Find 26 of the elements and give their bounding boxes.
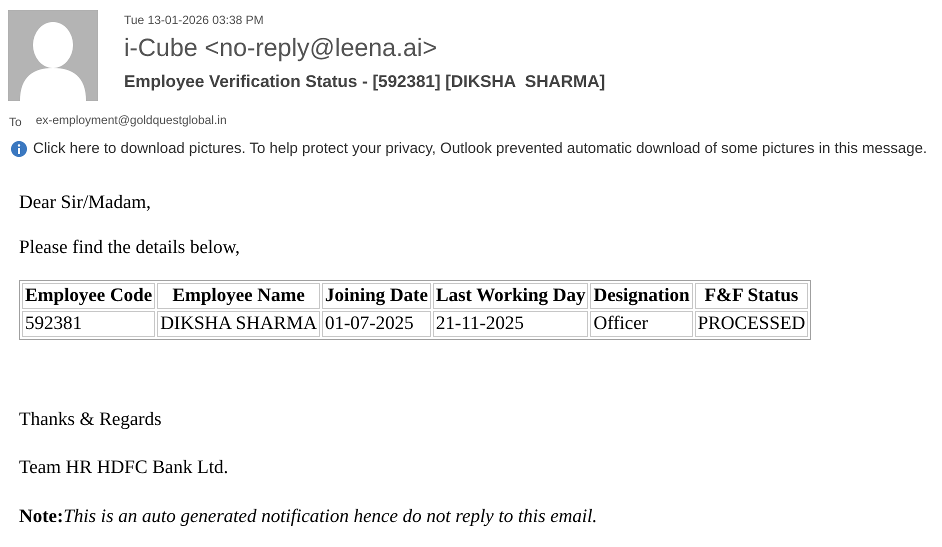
signature-text: Team HR HDFC Bank Ltd. [19, 456, 230, 480]
note-label: Note: [19, 504, 64, 528]
date-text: Tue 13-01-2026 03:38 PM [124, 12, 265, 29]
closing-text: Thanks & Regards [19, 408, 162, 432]
column-header: Joining Date [322, 282, 431, 308]
column-header: Last Working Day [432, 282, 588, 308]
avatar-icon [8, 10, 98, 101]
recipient-address: ex-employment@goldquestglobal.in [36, 112, 227, 129]
to-label: To [9, 114, 22, 131]
table-cell: DIKSHA SHARMA [157, 310, 320, 336]
column-header: Employee Code [22, 282, 156, 308]
column-header: Designation [590, 282, 693, 308]
subject-text: Employee Verification Status - [592381] [DIKSHA SHARMA] [124, 71, 606, 93]
info-icon [11, 141, 27, 158]
column-header: F&F Status [694, 282, 808, 308]
table-cell: 01-07-2025 [322, 310, 431, 336]
table-cell: 21-11-2025 [432, 310, 588, 336]
table-cell: 592381 [22, 310, 156, 336]
note-text: This is an auto generated notification hence do not reply to this email. [63, 504, 598, 528]
sender-name: i-Cube <no-reply@leena.ai> [124, 33, 438, 64]
column-header: Employee Name [157, 282, 320, 308]
download-pictures-link[interactable]: Click here to download pictures. To help protect your privacy, Outlook prevented automatic download of some pictures in this message. [33, 138, 928, 160]
table-cell: Officer [590, 310, 693, 336]
intro-text: Please find the details below, [19, 236, 241, 260]
table-cell: PROCESSED [694, 310, 808, 336]
greeting-text: Dear Sir/Madam, [19, 190, 152, 214]
